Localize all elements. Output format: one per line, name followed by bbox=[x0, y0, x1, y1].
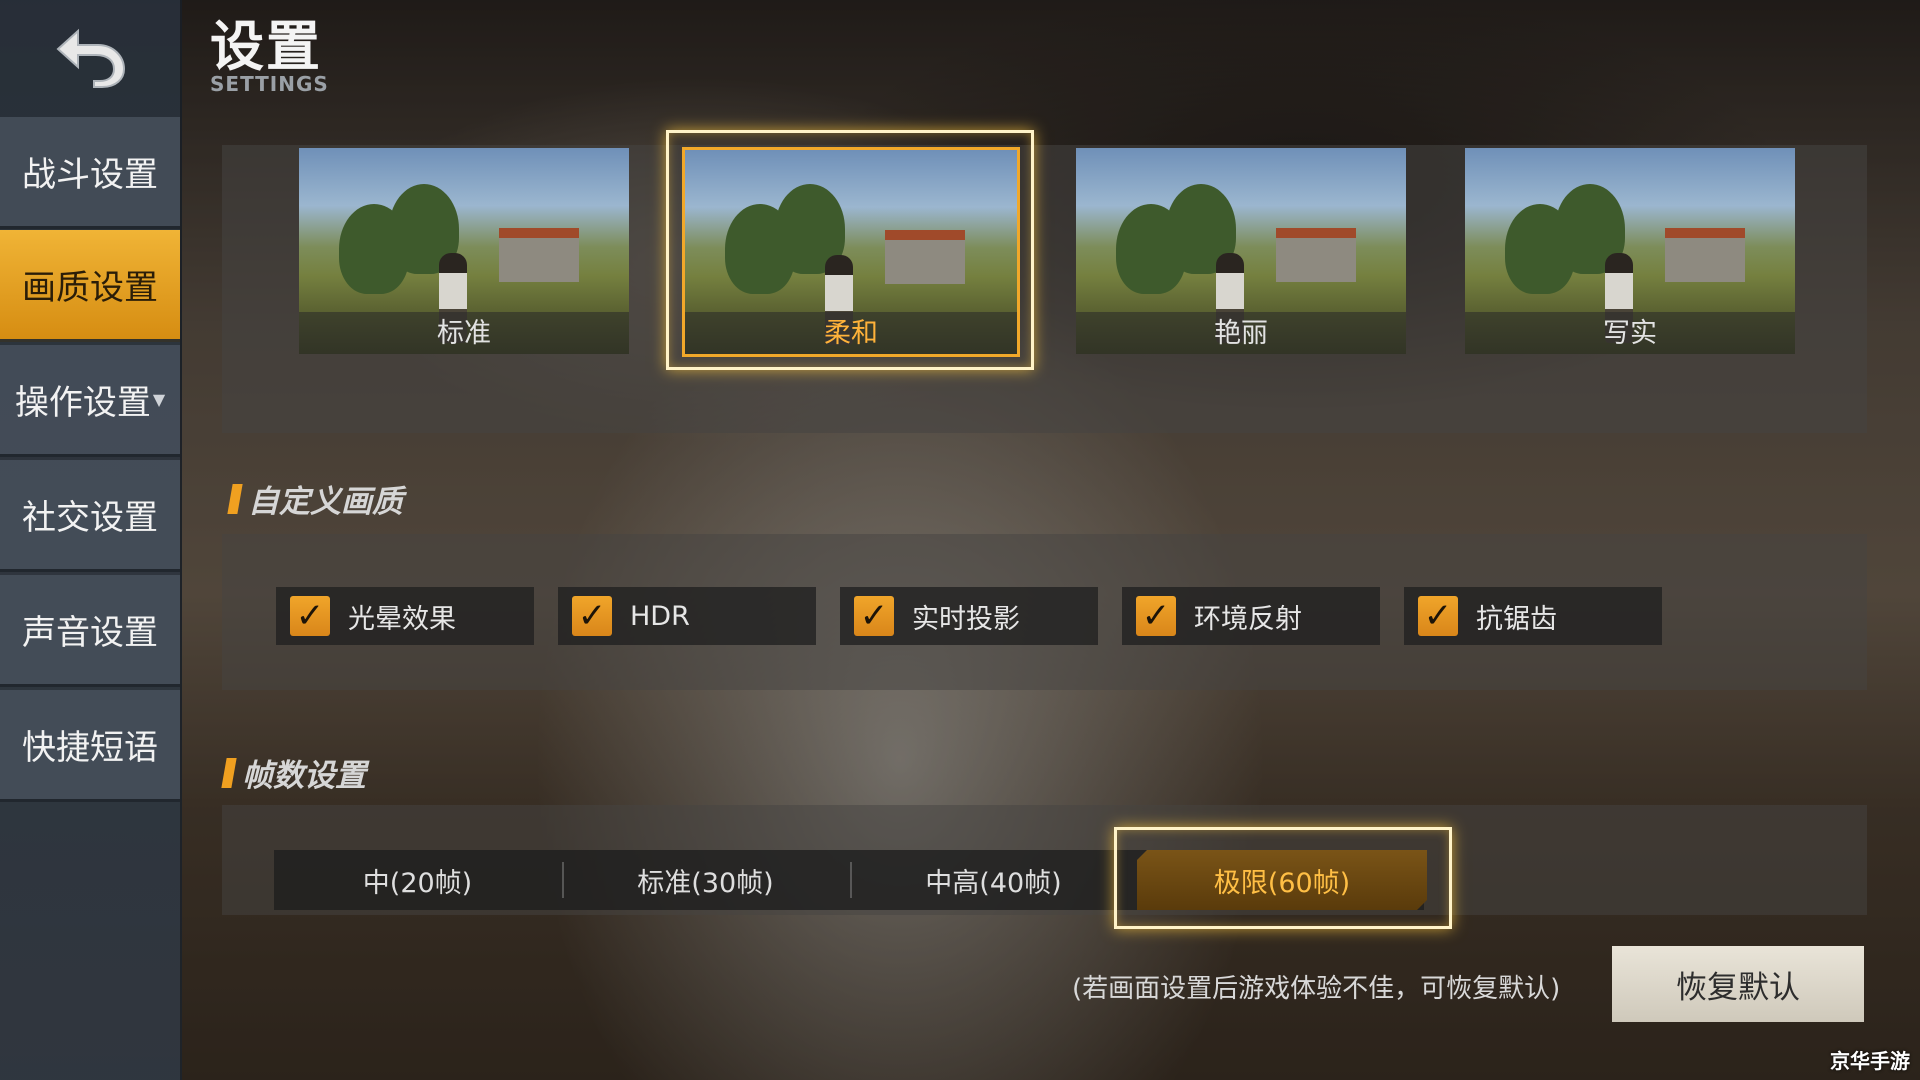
fps-option-label: 中高(40帧) bbox=[925, 867, 1062, 899]
sidebar-item-graphics[interactable]: 画质设置 bbox=[0, 230, 180, 342]
preset-label: 艳丽 bbox=[1214, 318, 1268, 349]
toggle-label: 环境反射 bbox=[1194, 603, 1302, 635]
check-icon[interactable]: ✓ bbox=[290, 596, 330, 636]
preset-label: 标准 bbox=[437, 318, 491, 349]
page-title: 设置 bbox=[210, 15, 322, 78]
preset-thumbnail bbox=[1276, 228, 1356, 282]
quality-preset-vivid[interactable]: 艳丽 bbox=[1076, 148, 1406, 354]
section-title: 自定义画质 bbox=[248, 484, 403, 520]
sidebar-item-label: 社交设置 bbox=[22, 498, 158, 538]
check-icon[interactable]: ✓ bbox=[572, 596, 612, 636]
toggle-bloom[interactable]: ✓ 光晕效果 bbox=[276, 587, 534, 645]
toggle-label: 实时投影 bbox=[912, 603, 1020, 635]
fps-option-20[interactable]: 中(20帧) bbox=[274, 850, 561, 910]
toggle-hdr[interactable]: ✓ HDR bbox=[558, 587, 816, 645]
quality-preset-realistic[interactable]: 写实 bbox=[1465, 148, 1795, 354]
preset-selection-frame bbox=[666, 130, 1034, 370]
section-heading-custom-quality: 自定义画质 bbox=[227, 476, 403, 521]
toggle-anti-aliasing[interactable]: ✓ 抗锯齿 bbox=[1404, 587, 1662, 645]
toggle-label: HDR bbox=[630, 600, 690, 632]
back-button[interactable] bbox=[0, 0, 180, 114]
sidebar-item-label: 画质设置 bbox=[22, 268, 158, 308]
watermark: 京华手游 bbox=[1830, 1049, 1910, 1073]
preset-thumbnail bbox=[499, 228, 579, 282]
check-icon[interactable]: ✓ bbox=[854, 596, 894, 636]
toggle-label: 抗锯齿 bbox=[1476, 603, 1557, 635]
sidebar-item-label: 声音设置 bbox=[22, 613, 158, 653]
toggle-environment-reflection[interactable]: ✓ 环境反射 bbox=[1122, 587, 1380, 645]
restore-hint-text: (若画面设置后游戏体验不佳，可恢复默认) bbox=[1072, 974, 1561, 1004]
section-heading-frame-rate: 帧数设置 bbox=[221, 750, 366, 795]
preset-thumbnail bbox=[1665, 228, 1745, 282]
sidebar-item-label: 快捷短语 bbox=[22, 728, 158, 768]
fps-option-30[interactable]: 标准(30帧) bbox=[562, 850, 849, 910]
section-title: 帧数设置 bbox=[242, 758, 366, 794]
page-subtitle: SETTINGS bbox=[210, 72, 329, 96]
sidebar-item-label: 操作设置 bbox=[14, 383, 151, 423]
restore-default-button[interactable]: 恢复默认 bbox=[1612, 946, 1864, 1022]
fps-option-label: 标准(30帧) bbox=[637, 867, 774, 899]
page-header: 设置 SETTINGS bbox=[210, 15, 329, 97]
section-accent-bar bbox=[227, 483, 243, 514]
caret-down-icon: ▼ bbox=[152, 390, 166, 409]
sidebar-item-controls[interactable]: 操作设置 ▼ bbox=[0, 345, 180, 457]
check-icon[interactable]: ✓ bbox=[1418, 596, 1458, 636]
preset-label: 写实 bbox=[1603, 318, 1657, 349]
toggle-realtime-shadows[interactable]: ✓ 实时投影 bbox=[840, 587, 1098, 645]
section-accent-bar bbox=[221, 757, 237, 788]
fps-option-40[interactable]: 中高(40帧) bbox=[850, 850, 1137, 910]
quality-preset-standard[interactable]: 标准 bbox=[299, 148, 629, 354]
sidebar-item-combat[interactable]: 战斗设置 bbox=[0, 117, 180, 229]
back-arrow-icon bbox=[56, 28, 126, 88]
check-icon[interactable]: ✓ bbox=[1136, 596, 1176, 636]
sidebar: 战斗设置 画质设置 操作设置 ▼ 社交设置 声音设置 快捷短语 bbox=[0, 0, 182, 1080]
sidebar-item-label: 战斗设置 bbox=[22, 155, 158, 195]
sidebar-item-audio[interactable]: 声音设置 bbox=[0, 575, 180, 687]
sidebar-item-quick-chat[interactable]: 快捷短语 bbox=[0, 690, 180, 802]
sidebar-item-social[interactable]: 社交设置 bbox=[0, 460, 180, 572]
fps-option-label: 中(20帧) bbox=[362, 867, 473, 899]
fps-selection-frame bbox=[1114, 827, 1452, 929]
toggle-label: 光晕效果 bbox=[348, 603, 456, 635]
